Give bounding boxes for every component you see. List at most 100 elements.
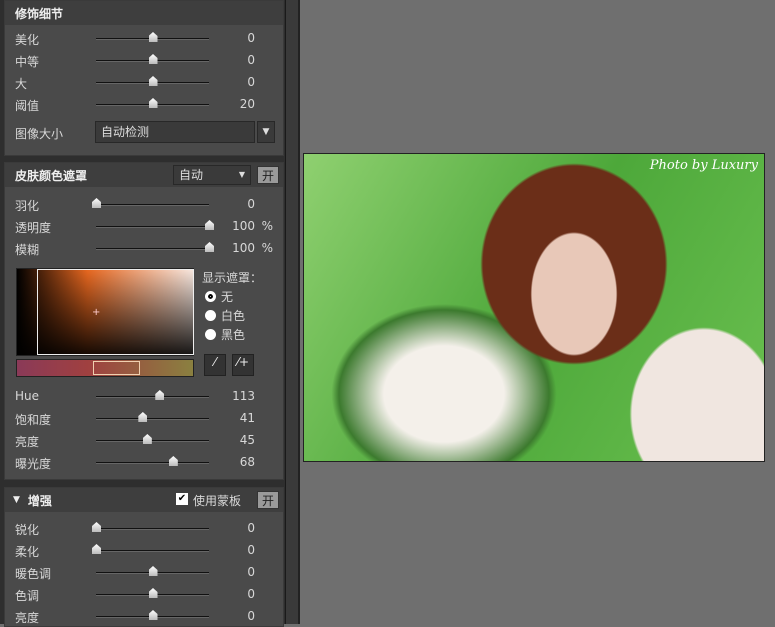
slider-label: 模糊 <box>15 243 40 257</box>
slider-thumb[interactable] <box>92 198 101 208</box>
slider-label: 阈值 <box>15 99 40 113</box>
slider-thumb[interactable] <box>205 242 214 252</box>
mask-option-radio[interactable]: 无 <box>205 288 233 305</box>
crosshair-icon: + <box>92 307 101 318</box>
radio-icon <box>205 329 216 340</box>
slider-value: 0 <box>247 543 255 557</box>
detail-section: 修饰细节 美化 0 中等 0大 0 阈值 20 图像大小 自动检测 ▼ <box>4 0 284 156</box>
use-mask-label: 使用蒙板 <box>193 494 242 508</box>
use-mask-checkbox[interactable]: ✔ <box>176 493 188 505</box>
enhance-title: 增强 <box>27 493 52 508</box>
slider-row: 美化 0 <box>5 28 285 48</box>
chevron-down-icon: ▼ <box>238 170 245 179</box>
slider-thumb[interactable] <box>148 588 158 598</box>
slider-value: 41 <box>239 411 255 425</box>
slider-label: 亮度 <box>15 611 40 625</box>
slider-label: 透明度 <box>15 221 52 235</box>
slider-track[interactable] <box>96 396 209 398</box>
eyedropper-add-icon[interactable]: ⁄+ <box>232 354 254 376</box>
slider-value: 20 <box>239 97 255 111</box>
hue-range-bar[interactable] <box>16 359 194 377</box>
enhance-section: ▼ 增强 ✔ 使用蒙板 开 锐化 0 柔化 0 暖色调 0 色调 0 亮度 0 <box>4 487 284 627</box>
slider-thumb[interactable] <box>138 412 148 422</box>
slider-thumb[interactable] <box>168 456 178 466</box>
slider-label: 大 <box>15 77 28 91</box>
slider-value: 0 <box>247 521 255 535</box>
color-range-box[interactable] <box>37 269 194 355</box>
slider-track[interactable] <box>96 550 209 552</box>
image-size-select[interactable]: 自动检测 <box>95 121 255 143</box>
slider-row: 曝光度 68 <box>5 452 285 472</box>
mask-option-label: 无 <box>221 290 234 304</box>
image-size-label: 图像大小 <box>15 127 64 141</box>
mask-option-label: 黑色 <box>221 328 246 342</box>
slider-row: 亮度 0 <box>5 606 285 626</box>
radio-icon <box>205 310 216 321</box>
slider-track[interactable] <box>96 226 209 228</box>
skin-mode-select[interactable]: 自动 ▼ <box>173 165 251 185</box>
slider-row: 阈值 20 <box>5 94 285 114</box>
slider-thumb[interactable] <box>92 522 101 532</box>
unit-label: % <box>261 219 273 233</box>
slider-label: 曝光度 <box>15 457 52 471</box>
detail-section-title: 修饰细节 <box>5 1 283 25</box>
slider-thumb[interactable] <box>148 610 158 620</box>
slider-value: 0 <box>247 53 255 67</box>
slider-thumb[interactable] <box>148 566 158 576</box>
color-picker-field[interactable]: + <box>16 268 194 356</box>
enhance-toggle[interactable]: 开 <box>257 491 279 509</box>
slider-value: 0 <box>247 75 255 89</box>
slider-thumb[interactable] <box>155 390 165 400</box>
collapse-triangle-icon[interactable]: ▼ <box>13 495 20 505</box>
slider-thumb[interactable] <box>142 434 152 444</box>
slider-label: 饱和度 <box>15 413 52 427</box>
slider-thumb[interactable] <box>205 220 214 230</box>
slider-thumb[interactable] <box>92 544 101 554</box>
slider-track[interactable] <box>96 528 209 530</box>
skin-mask-toggle[interactable]: 开 <box>257 166 279 184</box>
slider-track[interactable] <box>96 440 209 442</box>
slider-row: 锐化 0 <box>5 518 285 538</box>
settings-panel: 修饰细节 美化 0 中等 0大 0 阈值 20 图像大小 自动检测 ▼ 皮肤颜色遮罩… <box>0 0 286 627</box>
image-size-dropdown-button[interactable]: ▼ <box>257 121 275 143</box>
slider-label: 美化 <box>15 33 40 47</box>
slider-row: 中等 0 <box>5 50 285 70</box>
eyedropper-icon[interactable]: ⁄ <box>204 354 226 376</box>
mask-option-radio[interactable]: 白色 <box>205 307 245 324</box>
slider-value: 100 <box>232 241 255 255</box>
skin-mode-value: 自动 <box>179 168 204 182</box>
mask-option-label: 白色 <box>221 309 246 323</box>
slider-value: 100 <box>232 219 255 233</box>
slider-track[interactable] <box>96 418 209 420</box>
show-mask-label: 显示遮罩： <box>202 271 263 285</box>
preview-photo: Photo by Luxury <box>303 153 765 462</box>
slider-track[interactable] <box>96 248 209 250</box>
slider-thumb[interactable] <box>148 76 158 86</box>
slider-label: 色调 <box>15 589 40 603</box>
slider-value: 0 <box>247 587 255 601</box>
slider-row: Hue 113 <box>5 386 285 406</box>
slider-row: 暖色调 0 <box>5 562 285 582</box>
slider-row: 色调 0 <box>5 584 285 604</box>
slider-value: 0 <box>247 197 255 211</box>
slider-row: 羽化 0 <box>5 194 285 214</box>
slider-row: 饱和度 41 <box>5 408 285 428</box>
slider-value: 45 <box>239 433 255 447</box>
slider-thumb[interactable] <box>148 54 158 64</box>
hue-range-handle[interactable] <box>93 361 140 375</box>
slider-track[interactable] <box>96 462 209 464</box>
slider-value: 0 <box>247 609 255 623</box>
slider-track[interactable] <box>96 204 209 206</box>
slider-row: 透明度 100% <box>5 216 285 236</box>
mask-option-radio[interactable]: 黑色 <box>205 326 245 343</box>
radio-icon <box>205 291 216 302</box>
slider-thumb[interactable] <box>148 32 158 42</box>
slider-row: 模糊 100% <box>5 238 285 258</box>
panel-scrollbar[interactable] <box>286 0 300 624</box>
slider-value: 113 <box>232 389 255 403</box>
slider-label: 柔化 <box>15 545 40 559</box>
watermark: Photo by Luxury <box>649 158 758 173</box>
slider-label: 羽化 <box>15 199 40 213</box>
slider-thumb[interactable] <box>148 98 158 108</box>
slider-label: 中等 <box>15 55 40 69</box>
